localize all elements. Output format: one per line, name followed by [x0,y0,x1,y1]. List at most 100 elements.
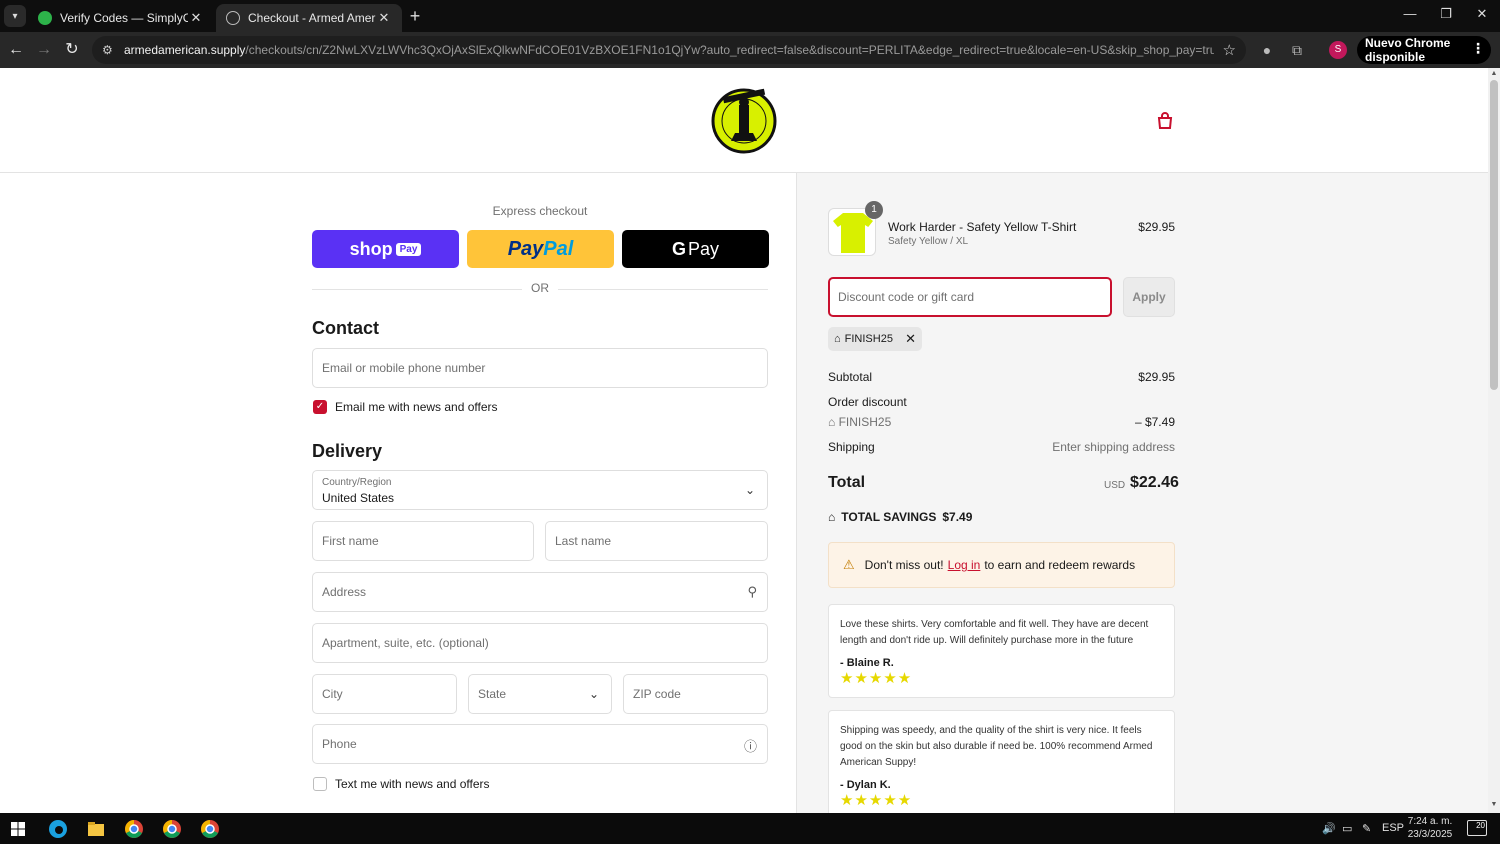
zip-field[interactable]: ZIP code [623,674,768,714]
shop-pay-button[interactable]: shop Pay [312,230,459,268]
extensions-puzzle-icon[interactable]: ⧉ [1288,41,1306,59]
order-discount-label: Order discount [828,395,907,409]
subtotal-label: Subtotal [828,370,873,384]
google-g-icon: G [671,238,686,259]
product-name: Work Harder - Safety Yellow T-Shirt [888,220,1077,234]
review-author: - Dylan K. [840,779,891,791]
file-explorer-icon[interactable] [84,817,108,841]
last-name-field[interactable]: Last name [545,521,768,561]
warning-icon: ⚠ [843,557,855,572]
armed-american-logo[interactable] [709,83,779,155]
login-link[interactable]: Log in [948,558,981,572]
total-label: Total [828,474,866,491]
tab-search-icon[interactable]: ▾ [4,5,26,27]
tab-close-icon[interactable]: ✕ [376,10,392,26]
minimize-icon[interactable]: — [1400,6,1420,21]
address-bar[interactable]: ⚙ armedamerican.supply/checkouts/cn/Z2Nw… [92,36,1246,64]
forward-button[interactable]: → [34,40,54,60]
shopping-bag-icon[interactable] [1156,112,1174,130]
new-tab-button[interactable]: + [405,6,425,26]
chevron-down-icon: ⌄ [744,483,755,497]
system-clock[interactable]: 7:24 a. m. 23/3/2025 [1400,815,1460,841]
search-icon: ⚲ [747,584,757,599]
quantity-badge: 1 [865,201,883,219]
help-circle-icon[interactable]: ⓘ [744,736,757,755]
window-close-icon[interactable]: ✕ [1472,6,1492,22]
remove-discount-icon[interactable]: ✕ [905,331,916,347]
discount-code-line: ⌂ FINISH25 [828,415,892,429]
profile-avatar[interactable]: S [1329,41,1347,59]
menu-dots-icon[interactable]: ⋮ [1471,40,1485,57]
scroll-up-icon[interactable]: ▲ [1488,70,1500,77]
state-select[interactable]: State ⌄ [468,674,612,714]
back-button[interactable]: ← [6,40,26,60]
review-card: Shipping was speedy, and the quality of … [828,710,1175,820]
scroll-down-icon[interactable]: ▼ [1488,801,1500,808]
text-news-checkbox[interactable] [313,777,327,791]
scroll-thumb[interactable] [1490,80,1498,390]
shipping-value: Enter shipping address [1052,440,1175,454]
contact-heading: Contact [312,318,379,338]
tab-title: Checkout - Armed American Su [248,11,376,25]
pen-icon[interactable]: ✎ [1362,822,1371,835]
total-currency: USD [1104,480,1126,491]
phone-field[interactable]: Phone ⓘ [312,724,768,764]
site-info-icon[interactable]: ⚙ [102,43,118,57]
browser-toolbar: ← → ↻ ⚙ armedamerican.supply/checkouts/c… [0,32,1500,68]
chrome-icon[interactable] [122,817,146,841]
chrome-update-button[interactable]: Nuevo Chrome disponible ⋮ [1357,36,1491,64]
notification-center-icon[interactable]: 20 [1467,820,1487,836]
country-select[interactable]: Country/Region United States ⌄ [312,470,768,510]
applied-discount-chip: ⌂ FINISH25 ✕ [828,327,922,351]
text-news-label: Text me with news and offers [335,777,490,791]
google-pay-button[interactable]: G Pay [622,230,769,268]
network-icon[interactable]: ▭ [1342,822,1352,835]
bookmark-star-icon[interactable]: ☆ [1223,41,1236,59]
email-field[interactable]: Email or mobile phone number [312,348,768,388]
tab-checkout[interactable]: Checkout - Armed American Su ✕ [216,4,402,32]
review-text: Shipping was speedy, and the quality of … [840,725,1153,768]
review-text: Love these shirts. Very comfortable and … [840,619,1149,646]
chrome-icon[interactable] [160,817,184,841]
tag-icon: ⌂ [828,415,836,429]
volume-icon[interactable]: 🔊 [1322,822,1336,835]
apartment-field[interactable]: Apartment, suite, etc. (optional) [312,623,768,663]
product-thumbnail: 1 [828,201,883,256]
shipping-label: Shipping [828,440,875,454]
globe-favicon-icon [226,11,240,25]
simplycodes-favicon-icon [38,11,52,25]
tab-simplycodes[interactable]: Verify Codes — SimplyCodes ✕ [28,4,214,32]
review-card: Love these shirts. Very comfortable and … [828,604,1175,698]
discount-value: – $7.49 [1134,415,1175,429]
subtotal-value: $29.95 [1138,370,1175,384]
city-field[interactable]: City [312,674,457,714]
total-savings: ⌂ TOTAL SAVINGS $7.49 [828,510,973,524]
or-divider: OR [312,281,768,297]
rewards-banner: ⚠ Don't miss out! Log in to earn and red… [828,542,1175,588]
tshirt-image [833,213,873,253]
reload-button[interactable]: ↻ [62,40,82,60]
page-scrollbar[interactable]: ▲ ▼ [1488,68,1500,813]
email-news-checkbox[interactable]: ✓ [313,400,327,414]
review-author: - Blaine R. [840,657,894,669]
windows-taskbar: 🔊 ▭ ✎ ESP 7:24 a. m. 23/3/2025 20 [0,813,1500,844]
paypal-button[interactable]: Pay Pal [467,230,614,268]
restore-icon[interactable]: ❐ [1436,6,1456,22]
first-name-field[interactable]: First name [312,521,534,561]
discount-code-input[interactable]: Discount code or gift card [828,277,1112,317]
tag-icon: ⌂ [828,510,836,524]
tab-close-icon[interactable]: ✕ [188,10,204,26]
chrome-icon[interactable] [198,817,222,841]
apply-discount-button[interactable]: Apply [1123,277,1175,317]
store-header [0,68,1488,173]
windows-start-icon[interactable] [6,817,30,841]
url-text: armedamerican.supply/checkouts/cn/Z2NwLX… [124,43,1214,57]
extension-icon[interactable]: ● [1258,41,1276,59]
delivery-heading: Delivery [312,441,383,461]
edge-icon[interactable] [46,817,70,841]
product-variant: Safety Yellow / XL [888,236,969,247]
product-price: $29.95 [1138,220,1175,234]
address-field[interactable]: Address ⚲ [312,572,768,612]
tab-title: Verify Codes — SimplyCodes [60,11,188,25]
total-value: $22.46 [1130,474,1179,491]
